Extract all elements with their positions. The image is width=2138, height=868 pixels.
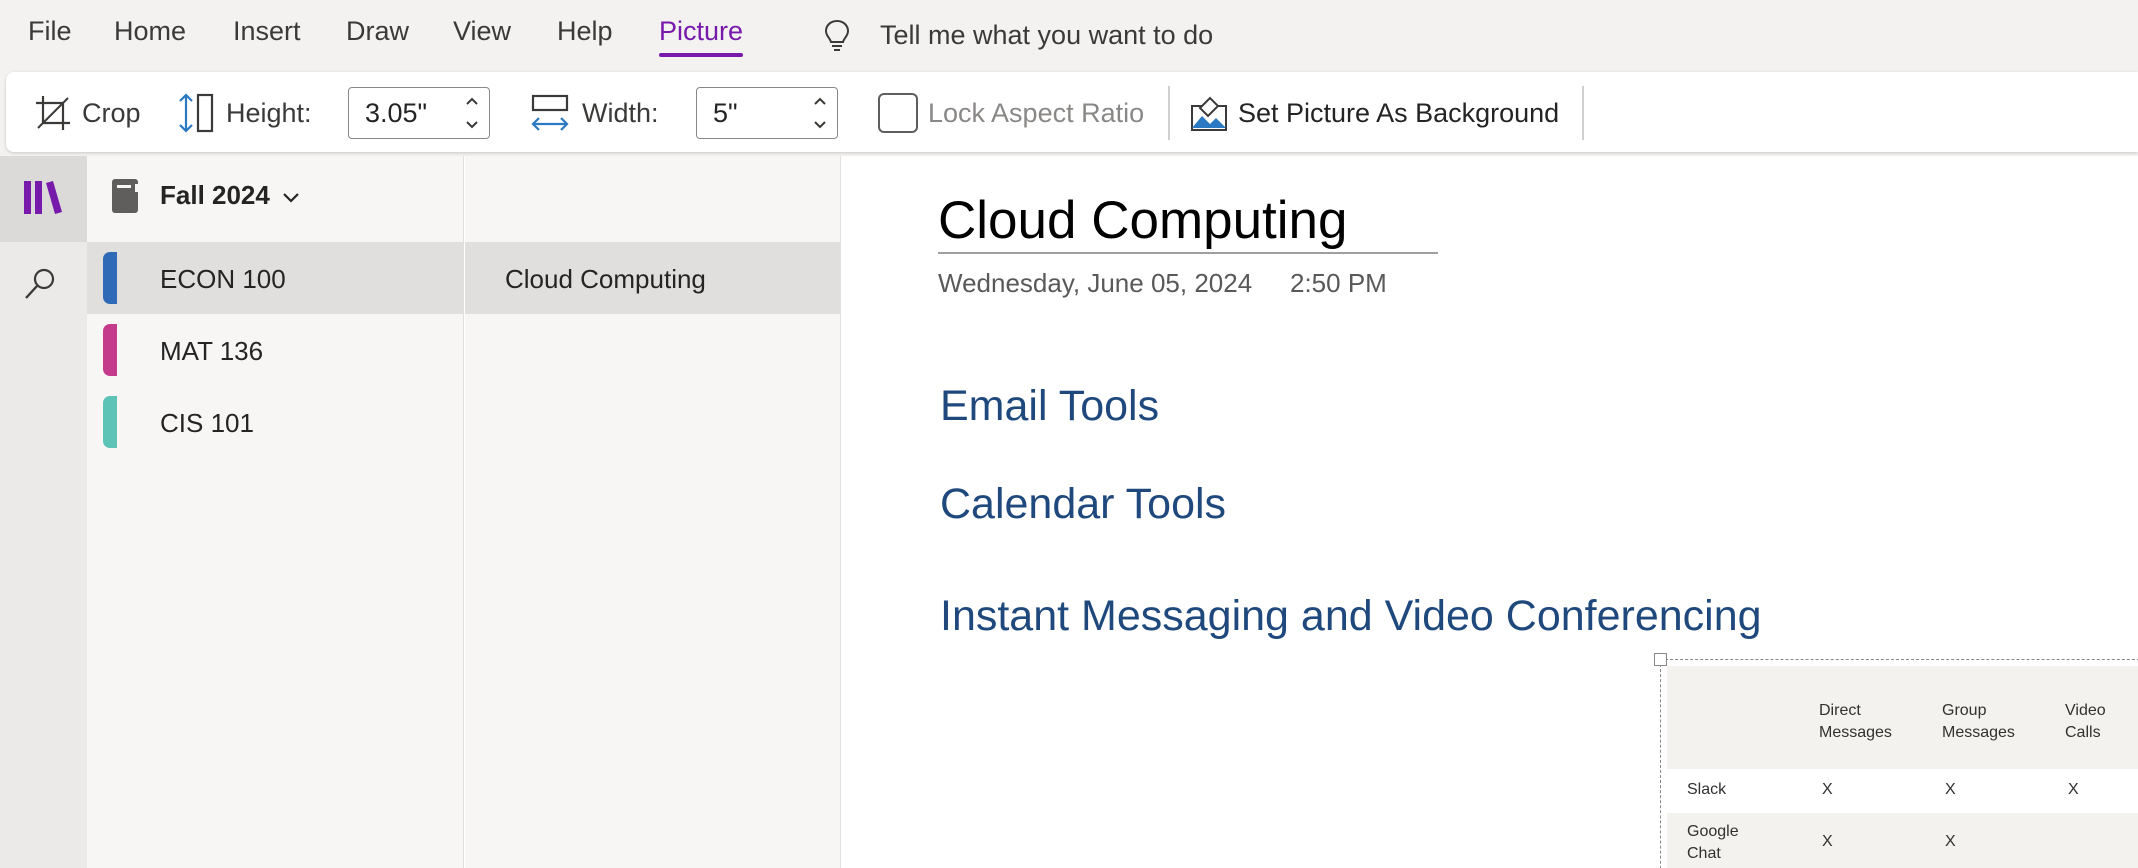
width-spinner[interactable]: 5" (696, 87, 838, 139)
lock-aspect-checkbox[interactable] (878, 93, 918, 133)
section-item-cis-101[interactable]: CIS 101 (87, 386, 464, 458)
active-tab-indicator (659, 53, 743, 57)
table-cell: X (1945, 781, 1956, 798)
resize-handle-top-left[interactable] (1654, 653, 1667, 666)
section-label: ECON 100 (160, 264, 286, 294)
table-cell: X (1945, 833, 1956, 850)
ribbon-area: Crop Height: 3.05" Width: 5" Lock Aspect… (0, 70, 2138, 156)
section-label: CIS 101 (160, 408, 254, 438)
width-label: Width: (582, 98, 659, 128)
page-time: 2:50 PM (1290, 268, 1387, 298)
height-increase-button[interactable] (459, 90, 485, 112)
page-canvas[interactable]: Cloud Computing Wednesday, June 05, 2024… (842, 156, 2138, 868)
height-value: 3.05" (365, 98, 428, 128)
set-background-label: Set Picture As Background (1238, 98, 1560, 128)
menu-bar: File Home Insert Draw View Help Picture … (0, 0, 2138, 70)
width-icon (531, 94, 569, 131)
table-cell-name: Google Chat (1687, 823, 1739, 862)
crop-label: Crop (82, 98, 141, 128)
width-increase-button[interactable] (807, 90, 833, 112)
table-header-row: Direct Messages Group Messages Video Cal… (1667, 666, 2138, 769)
tell-me-search[interactable]: Tell me what you want to do (880, 20, 1213, 51)
height-decrease-button[interactable] (459, 114, 485, 136)
rail-notebooks-button[interactable] (0, 156, 87, 242)
menu-view[interactable]: View (453, 16, 511, 47)
crop-icon (36, 96, 70, 130)
title-underline (938, 252, 1438, 254)
section-color-tab (103, 252, 117, 304)
picture-ribbon: Crop Height: 3.05" Width: 5" Lock Aspect… (6, 72, 2138, 152)
section-label: MAT 136 (160, 336, 264, 366)
table-row: Slack X X X (1667, 769, 2138, 813)
section-color-tab (103, 396, 117, 448)
set-background-button[interactable]: Set Picture As Background (1186, 86, 1582, 140)
menu-picture[interactable]: Picture (659, 16, 743, 47)
page-label: Cloud Computing (505, 264, 706, 294)
height-spinner[interactable]: 3.05" (348, 87, 490, 139)
table-cell: X (1822, 781, 1833, 798)
notebook-name: Fall 2024 (160, 180, 270, 210)
search-icon[interactable] (22, 266, 58, 302)
ribbon-separator (1582, 86, 1584, 140)
table-header-video-calls: Video Calls (2065, 702, 2106, 741)
selected-picture[interactable]: Direct Messages Group Messages Video Cal… (1660, 659, 2138, 868)
ribbon-separator (1168, 86, 1170, 140)
section-item-mat-136[interactable]: MAT 136 (87, 314, 464, 386)
menu-draw[interactable]: Draw (346, 16, 409, 47)
section-color-tab (103, 324, 117, 376)
navigation-rail (0, 156, 87, 868)
table-row: Google Chat X X (1667, 813, 2138, 868)
width-decrease-button[interactable] (807, 114, 833, 136)
heading-calendar-tools[interactable]: Calendar Tools (940, 480, 1226, 529)
menu-file[interactable]: File (28, 16, 72, 47)
lock-aspect-label: Lock Aspect Ratio (928, 98, 1145, 128)
width-value: 5" (713, 98, 738, 128)
notebook-picker[interactable]: Fall 2024 (87, 156, 464, 242)
page-title[interactable]: Cloud Computing (938, 190, 1348, 251)
table-cell: X (1822, 833, 1833, 850)
menu-insert[interactable]: Insert (233, 16, 301, 47)
chevron-down-icon[interactable] (279, 188, 303, 208)
height-label: Height: (226, 98, 312, 128)
menu-help[interactable]: Help (557, 16, 613, 47)
page-date: Wednesday, June 05, 2024 (938, 268, 1253, 298)
table-header-direct-messages: Direct Messages (1819, 702, 1892, 741)
notebook-icon (112, 179, 139, 213)
lightbulb-icon (824, 19, 850, 51)
page-item-cloud-computing[interactable]: Cloud Computing (465, 242, 840, 314)
section-item-econ-100[interactable]: ECON 100 (87, 242, 464, 314)
crop-button[interactable]: Crop (30, 86, 152, 140)
sections-panel: Fall 2024 ECON 100 MAT 136 CIS 101 (87, 156, 464, 868)
table-header-group-messages: Group Messages (1942, 702, 2015, 741)
heading-email-tools[interactable]: Email Tools (940, 382, 1159, 431)
menu-home[interactable]: Home (114, 16, 186, 47)
heading-instant-messaging[interactable]: Instant Messaging and Video Conferencing (940, 592, 1762, 641)
set-background-icon (1191, 96, 1227, 131)
table-cell: X (2068, 781, 2079, 798)
notebooks-icon (24, 181, 62, 214)
height-icon (179, 93, 214, 133)
table-cell-name: Slack (1687, 781, 1727, 798)
pages-panel: Cloud Computing (465, 156, 841, 868)
